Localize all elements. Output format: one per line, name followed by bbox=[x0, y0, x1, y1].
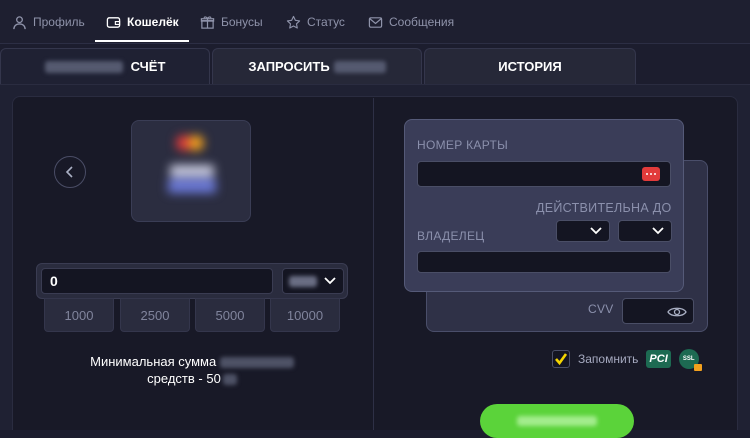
nav-item-wallet[interactable]: Кошелёк bbox=[106, 0, 179, 44]
preset-amount-button[interactable]: 10000 bbox=[270, 298, 340, 332]
payment-method-tile[interactable] bbox=[131, 120, 251, 222]
card-number-label: НОМЕР КАРТЫ bbox=[417, 138, 509, 152]
star-icon bbox=[286, 15, 301, 29]
deposit-submit-button[interactable] bbox=[480, 404, 634, 438]
preset-label: 1000 bbox=[64, 307, 94, 323]
chevron-down-icon bbox=[590, 227, 602, 235]
card-holder-input[interactable] bbox=[417, 251, 671, 273]
min-line-2: средств - 50 bbox=[147, 371, 221, 386]
nav-item-label: Сообщения bbox=[389, 15, 455, 29]
preset-label: 10000 bbox=[286, 307, 324, 323]
tab-withdraw-label: ЗАПРОСИТЬ bbox=[248, 59, 330, 74]
blurred-text bbox=[333, 60, 386, 73]
nav-item-status[interactable]: Статус bbox=[286, 0, 345, 44]
nav-item-profile[interactable]: Профиль bbox=[12, 0, 85, 44]
user-icon bbox=[13, 15, 26, 29]
blurred-text bbox=[219, 357, 294, 369]
card-scan-icon[interactable] bbox=[642, 167, 660, 181]
nav-item-label: Профиль bbox=[33, 15, 85, 29]
remember-card-row: Запомнить PCI SSL bbox=[552, 347, 702, 371]
ssl-badge-text: SSL bbox=[682, 356, 695, 362]
chevron-left-icon bbox=[65, 166, 73, 178]
pci-badge-text: PCI bbox=[649, 353, 668, 365]
cvv-input[interactable] bbox=[622, 298, 694, 324]
lock-icon bbox=[693, 364, 702, 371]
tab-history-label: ИСТОРИЯ bbox=[498, 59, 562, 74]
chevron-down-icon bbox=[324, 277, 336, 285]
tab-withdraw[interactable]: ЗАПРОСИТЬ bbox=[212, 48, 422, 84]
preset-label: 5000 bbox=[215, 307, 245, 323]
expiry-month-select[interactable] bbox=[556, 220, 610, 242]
preset-label: 2500 bbox=[140, 307, 170, 323]
remember-checkbox[interactable] bbox=[552, 350, 570, 368]
remember-label: Запомнить bbox=[578, 352, 639, 366]
nav-item-label: Кошелёк bbox=[127, 15, 179, 29]
blurred-text bbox=[222, 374, 237, 386]
card-holder-label: ВЛАДЕЛЕЦ bbox=[417, 229, 485, 243]
amount-input[interactable]: 0 bbox=[41, 268, 273, 294]
blurred-text bbox=[517, 416, 597, 426]
nav-item-bonuses[interactable]: Бонусы bbox=[200, 0, 263, 44]
cvv-label: CVV bbox=[588, 302, 614, 316]
expiry-label: ДЕЙСТВИТЕЛЬНА ДО bbox=[536, 201, 672, 215]
checkmark-icon bbox=[555, 353, 568, 366]
active-nav-indicator bbox=[95, 40, 189, 42]
nav-item-label: Бонусы bbox=[221, 15, 263, 29]
gift-icon bbox=[200, 15, 215, 29]
preset-amount-button[interactable]: 2500 bbox=[120, 298, 190, 332]
pci-badge: PCI bbox=[646, 350, 671, 368]
card-number-input[interactable] bbox=[417, 161, 671, 187]
tab-deposit[interactable]: СЧЁТ bbox=[0, 48, 210, 84]
panel-divider bbox=[373, 98, 374, 430]
tab-history[interactable]: ИСТОРИЯ bbox=[424, 48, 636, 84]
profile-top-nav: Профиль Кошелёк Бонусы Статус Сообщения bbox=[0, 0, 750, 44]
ssl-badge: SSL bbox=[678, 349, 702, 371]
nav-item-messages[interactable]: Сообщения bbox=[368, 0, 454, 44]
chevron-down-icon bbox=[652, 227, 664, 235]
wallet-icon bbox=[106, 16, 121, 28]
preset-amount-button[interactable]: 5000 bbox=[195, 298, 265, 332]
prev-method-button[interactable] bbox=[54, 156, 86, 188]
eye-icon[interactable] bbox=[667, 305, 687, 319]
blurred-text bbox=[289, 275, 317, 287]
payment-method-logo bbox=[132, 121, 250, 221]
mail-icon bbox=[368, 16, 383, 28]
nav-item-label: Статус bbox=[307, 15, 345, 29]
amount-value: 0 bbox=[50, 273, 58, 289]
preset-amount-button[interactable]: 1000 bbox=[44, 298, 114, 332]
currency-select[interactable] bbox=[282, 268, 344, 294]
tab-deposit-label: СЧЁТ bbox=[130, 59, 166, 74]
min-line-1: Минимальная сумма bbox=[90, 354, 217, 369]
blurred-text bbox=[44, 60, 123, 73]
expiry-year-select[interactable] bbox=[618, 220, 672, 242]
minimum-amount-note: Минимальная сумма средств - 50 bbox=[70, 353, 314, 387]
